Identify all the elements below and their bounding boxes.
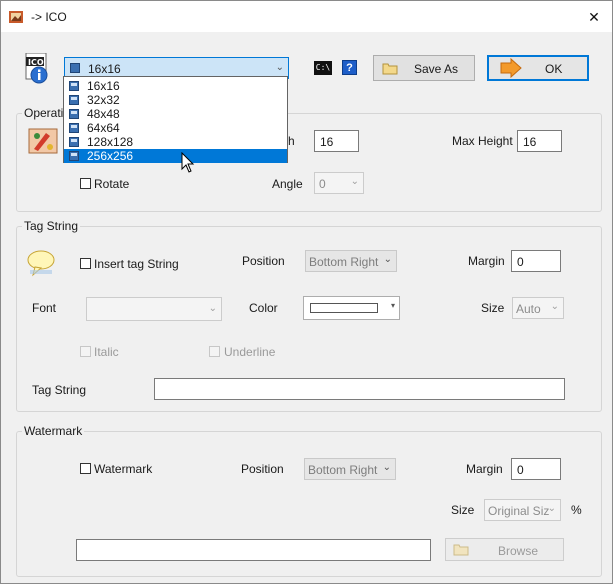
tag-position-label: Position xyxy=(242,254,285,268)
chevron-down-icon: ⌄ xyxy=(547,503,556,514)
dropdown-option-256x256[interactable]: 256x256 xyxy=(64,149,287,163)
watermark-checkbox[interactable] xyxy=(80,463,91,474)
browse-button[interactable]: Browse xyxy=(445,538,564,561)
angle-label: Angle xyxy=(272,177,303,191)
image-size-icon xyxy=(69,123,79,133)
browse-label: Browse xyxy=(498,544,539,558)
watermark-file-input[interactable] xyxy=(76,539,431,561)
watermark-size-value: Original Siz xyxy=(488,504,550,518)
image-size-icon xyxy=(69,81,79,91)
chevron-down-icon: ⌄ xyxy=(275,62,284,73)
max-height-input[interactable]: 16 xyxy=(517,130,562,152)
folder-icon xyxy=(382,63,398,75)
tag-size-select[interactable]: Auto ⌄ xyxy=(512,297,564,319)
tag-size-label: Size xyxy=(481,301,505,315)
watermark-position-label: Position xyxy=(241,462,284,476)
watermark-position-select[interactable]: Bottom Right ⌄ xyxy=(304,458,396,480)
speech-bubble-icon xyxy=(27,250,55,277)
format-dropdown-list: 16x16 32x32 48x48 64x64 128x128 256x256 xyxy=(63,76,288,163)
ok-label: OK xyxy=(545,62,563,76)
insert-tag-string-label: Insert tag String xyxy=(94,257,179,271)
mouse-cursor-icon xyxy=(181,152,195,173)
dropdown-option-64x64[interactable]: 64x64 xyxy=(64,121,287,135)
watermark-margin-input[interactable]: 0 xyxy=(511,458,561,480)
dropdown-option-16x16[interactable]: 16x16 xyxy=(64,79,287,93)
color-swatch xyxy=(310,303,378,313)
dropdown-option-128x128[interactable]: 128x128 xyxy=(64,135,287,149)
tag-position-select[interactable]: Bottom Right ⌄ xyxy=(305,250,397,272)
font-select[interactable]: ⌄ xyxy=(86,297,222,321)
width-input[interactable]: 16 xyxy=(314,130,359,152)
chevron-down-icon: ⌄ xyxy=(550,301,559,312)
image-size-icon xyxy=(69,151,79,161)
tag-margin-input[interactable]: 0 xyxy=(511,250,561,272)
watermark-size-label: Size xyxy=(451,503,475,517)
watermark-position-value: Bottom Right xyxy=(308,463,378,477)
arrow-right-icon xyxy=(500,58,522,78)
title-bar: -> ICO ✕ xyxy=(1,1,612,32)
italic-checkbox[interactable] xyxy=(80,346,91,357)
angle-select[interactable]: 0 ⌄ xyxy=(314,172,364,194)
percent-label: % xyxy=(571,503,582,517)
image-size-icon xyxy=(69,95,79,105)
ico-file-icon: ICO xyxy=(25,53,48,84)
chevron-down-icon: ⌄ xyxy=(208,303,217,314)
tag-string-input[interactable] xyxy=(154,378,565,400)
ok-button[interactable]: OK xyxy=(487,55,589,81)
chevron-down-icon: ▾ xyxy=(390,301,395,310)
tag-size-value: Auto xyxy=(516,302,541,316)
chevron-down-icon: ⌄ xyxy=(383,254,392,265)
tag-position-value: Bottom Right xyxy=(309,255,379,269)
save-as-button[interactable]: Save As xyxy=(373,55,475,81)
rotate-label: Rotate xyxy=(94,177,130,191)
chevron-down-icon: ⌄ xyxy=(382,462,391,473)
format-icon xyxy=(70,63,80,73)
watermark-size-select[interactable]: Original Siz ⌄ xyxy=(484,499,561,521)
format-selected-value: 16x16 xyxy=(88,62,121,76)
tag-string-text-label: Tag String xyxy=(32,383,87,397)
dropdown-option-32x32[interactable]: 32x32 xyxy=(64,93,287,107)
rotate-checkbox[interactable] xyxy=(80,178,91,189)
watermark-legend: Watermark xyxy=(22,424,85,438)
max-height-label: Max Height xyxy=(452,134,513,148)
tag-margin-label: Margin xyxy=(468,254,505,268)
ico-badge-text: ICO xyxy=(28,58,44,67)
underline-checkbox[interactable] xyxy=(209,346,220,357)
width-label: h xyxy=(288,134,295,148)
dropdown-option-48x48[interactable]: 48x48 xyxy=(64,107,287,121)
image-size-icon xyxy=(69,137,79,147)
watermark-checkbox-label: Watermark xyxy=(94,462,153,476)
save-as-label: Save As xyxy=(414,62,459,76)
console-icon[interactable]: C:\ xyxy=(314,61,332,75)
italic-label: Italic xyxy=(94,345,119,359)
insert-tag-string-checkbox[interactable] xyxy=(80,258,91,269)
underline-label: Underline xyxy=(224,345,276,359)
chevron-down-icon: ⌄ xyxy=(350,176,359,187)
folder-icon xyxy=(453,544,469,556)
font-label: Font xyxy=(32,301,57,315)
close-button[interactable]: ✕ xyxy=(586,9,602,25)
window-title: -> ICO xyxy=(31,10,67,24)
app-icon xyxy=(9,11,23,23)
color-picker[interactable]: ▾ xyxy=(303,296,400,320)
image-size-icon xyxy=(69,109,79,119)
paint-palette-icon xyxy=(28,128,58,154)
angle-value: 0 xyxy=(319,177,326,191)
tag-string-legend: Tag String xyxy=(22,219,81,233)
help-icon[interactable]: ? xyxy=(342,60,357,75)
color-label: Color xyxy=(249,301,278,315)
watermark-margin-label: Margin xyxy=(466,462,503,476)
